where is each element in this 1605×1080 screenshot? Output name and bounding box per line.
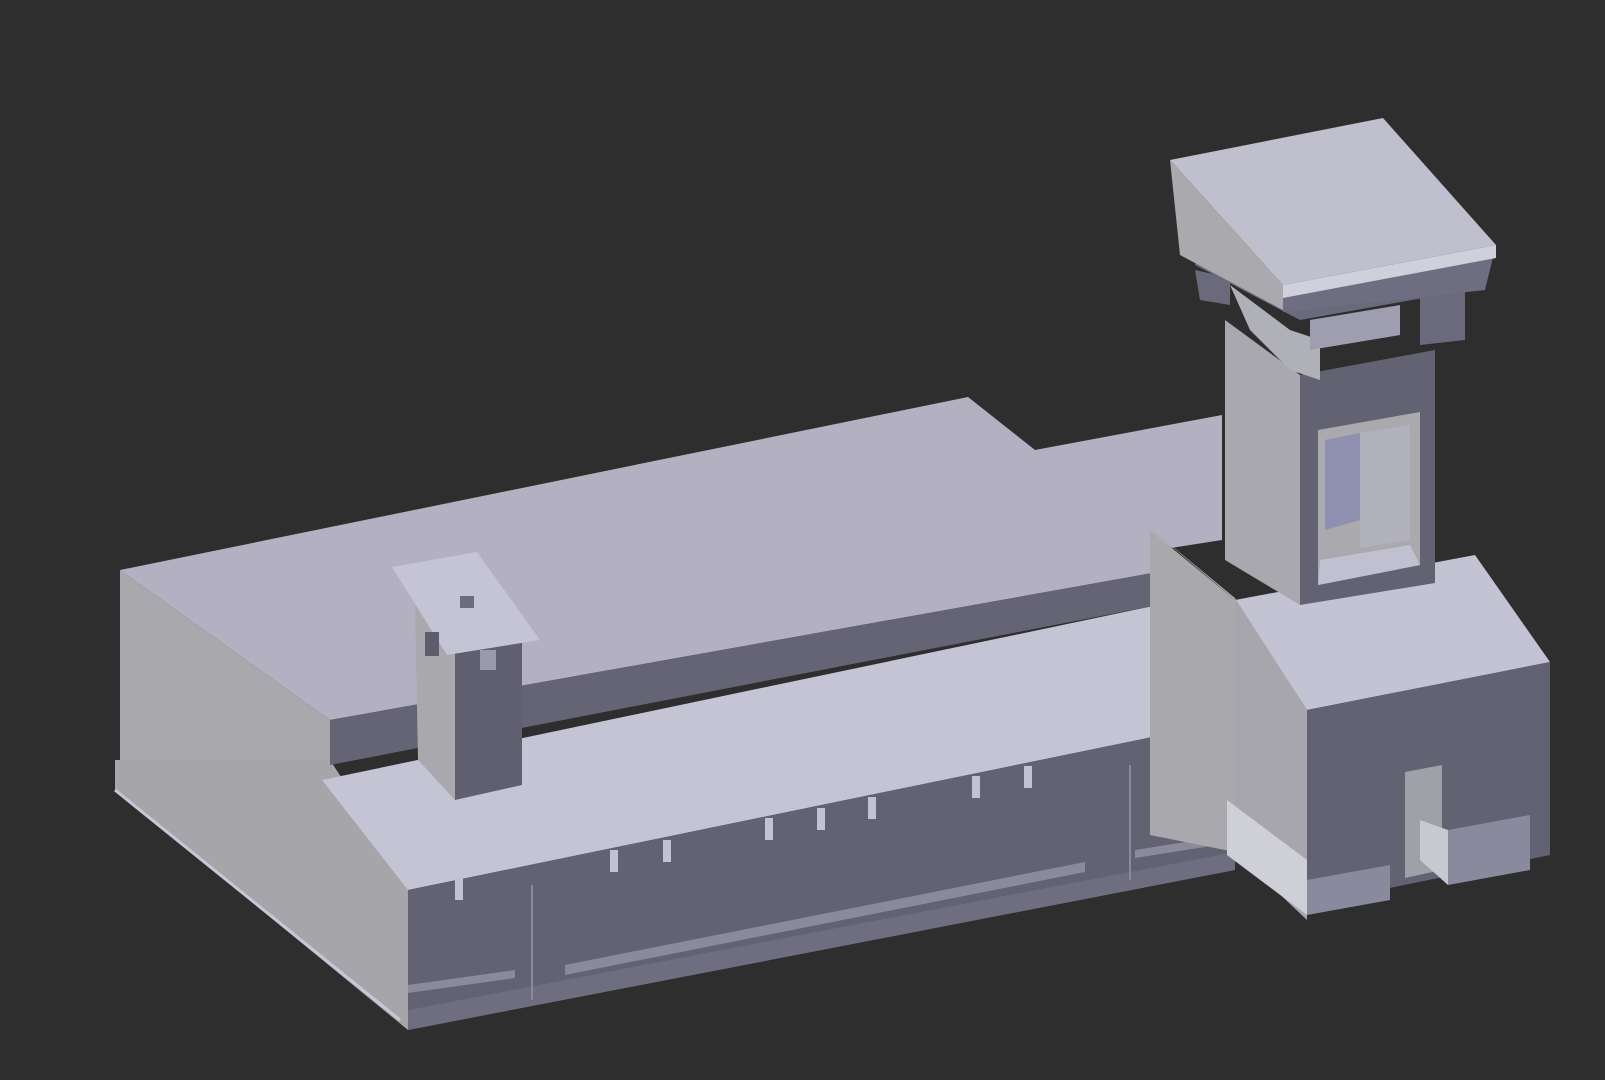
building-model-render [0,0,1605,1080]
belfry-back-wall [1360,425,1410,548]
cupola-roof-vent [460,596,474,608]
3d-viewport[interactable] [0,0,1605,1080]
belfry-opening-inner [1325,433,1360,530]
cupola-window-left [425,632,439,656]
cupola-window-front [480,650,496,670]
